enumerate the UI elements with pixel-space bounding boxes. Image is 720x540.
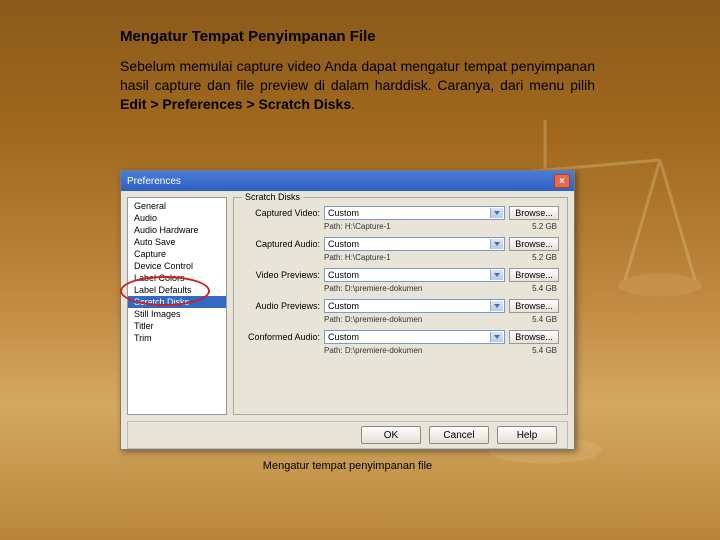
sidebar-item-still-images[interactable]: Still Images: [128, 308, 226, 320]
audio-previews-browse[interactable]: Browse...: [509, 299, 559, 313]
sidebar-item-audio-hardware[interactable]: Audio Hardware: [128, 224, 226, 236]
video-previews-row: Video Previews: Custom Browse...: [242, 268, 559, 282]
captured-audio-combo[interactable]: Custom: [324, 237, 505, 251]
captured-video-size: 5.2 GB: [532, 222, 557, 231]
sidebar-item-scratch-disks[interactable]: Scratch Disks: [128, 296, 226, 308]
captured-audio-label: Captured Audio:: [242, 239, 320, 249]
page-heading: Mengatur Tempat Penyimpanan File: [120, 28, 595, 45]
video-previews-path: Path: D:\premiere-dokumen: [324, 284, 422, 293]
conformed-audio-path: Path: D:\premiere-dokumen: [324, 346, 422, 355]
scratch-disks-group: Scratch Disks Captured Video: Custom Bro…: [233, 197, 568, 415]
captured-video-row: Captured Video: Custom Browse...: [242, 206, 559, 220]
sidebar-item-general[interactable]: General: [128, 200, 226, 212]
captured-video-browse[interactable]: Browse...: [509, 206, 559, 220]
body-paragraph: Sebelum memulai capture video Anda dapat…: [120, 57, 595, 114]
captured-video-combo[interactable]: Custom: [324, 206, 505, 220]
sidebar-item-device-control[interactable]: Device Control: [128, 260, 226, 272]
close-button[interactable]: ×: [554, 174, 570, 188]
video-previews-size: 5.4 GB: [532, 284, 557, 293]
sidebar-item-audio[interactable]: Audio: [128, 212, 226, 224]
video-previews-combo[interactable]: Custom: [324, 268, 505, 282]
sidebar-item-capture[interactable]: Capture: [128, 248, 226, 260]
captured-audio-row: Captured Audio: Custom Browse...: [242, 237, 559, 251]
video-previews-label: Video Previews:: [242, 270, 320, 280]
captured-audio-browse[interactable]: Browse...: [509, 237, 559, 251]
sidebar-item-label-colors[interactable]: Label Colors: [128, 272, 226, 284]
preferences-dialog: Preferences × General Audio Audio Hardwa…: [120, 170, 575, 450]
group-label: Scratch Disks: [242, 192, 303, 202]
sidebar-item-label-defaults[interactable]: Label Defaults: [128, 284, 226, 296]
audio-previews-path: Path: D:\premiere-dokumen: [324, 315, 422, 324]
video-previews-browse[interactable]: Browse...: [509, 268, 559, 282]
captured-audio-path: Path: H:\Capture-1: [324, 253, 391, 262]
conformed-audio-row: Conformed Audio: Custom Browse...: [242, 330, 559, 344]
dialog-title: Preferences: [125, 176, 554, 187]
audio-previews-row: Audio Previews: Custom Browse...: [242, 299, 559, 313]
sidebar-item-trim[interactable]: Trim: [128, 332, 226, 344]
ok-button[interactable]: OK: [361, 426, 421, 444]
captured-video-label: Captured Video:: [242, 208, 320, 218]
conformed-audio-browse[interactable]: Browse...: [509, 330, 559, 344]
dialog-button-bar: OK Cancel Help: [127, 421, 568, 449]
help-button[interactable]: Help: [497, 426, 557, 444]
audio-previews-size: 5.4 GB: [532, 315, 557, 324]
captured-audio-size: 5.2 GB: [532, 253, 557, 262]
cancel-button[interactable]: Cancel: [429, 426, 489, 444]
category-sidebar: General Audio Audio Hardware Auto Save C…: [127, 197, 227, 415]
captured-video-path: Path: H:\Capture-1: [324, 222, 391, 231]
figure-caption: Mengatur tempat penyimpanan file: [120, 460, 575, 472]
titlebar: Preferences ×: [121, 171, 574, 191]
sidebar-item-auto-save[interactable]: Auto Save: [128, 236, 226, 248]
close-icon: ×: [559, 176, 565, 187]
audio-previews-label: Audio Previews:: [242, 301, 320, 311]
conformed-audio-combo[interactable]: Custom: [324, 330, 505, 344]
sidebar-item-titler[interactable]: Titler: [128, 320, 226, 332]
conformed-audio-label: Conformed Audio:: [242, 332, 320, 342]
conformed-audio-size: 5.4 GB: [532, 346, 557, 355]
audio-previews-combo[interactable]: Custom: [324, 299, 505, 313]
